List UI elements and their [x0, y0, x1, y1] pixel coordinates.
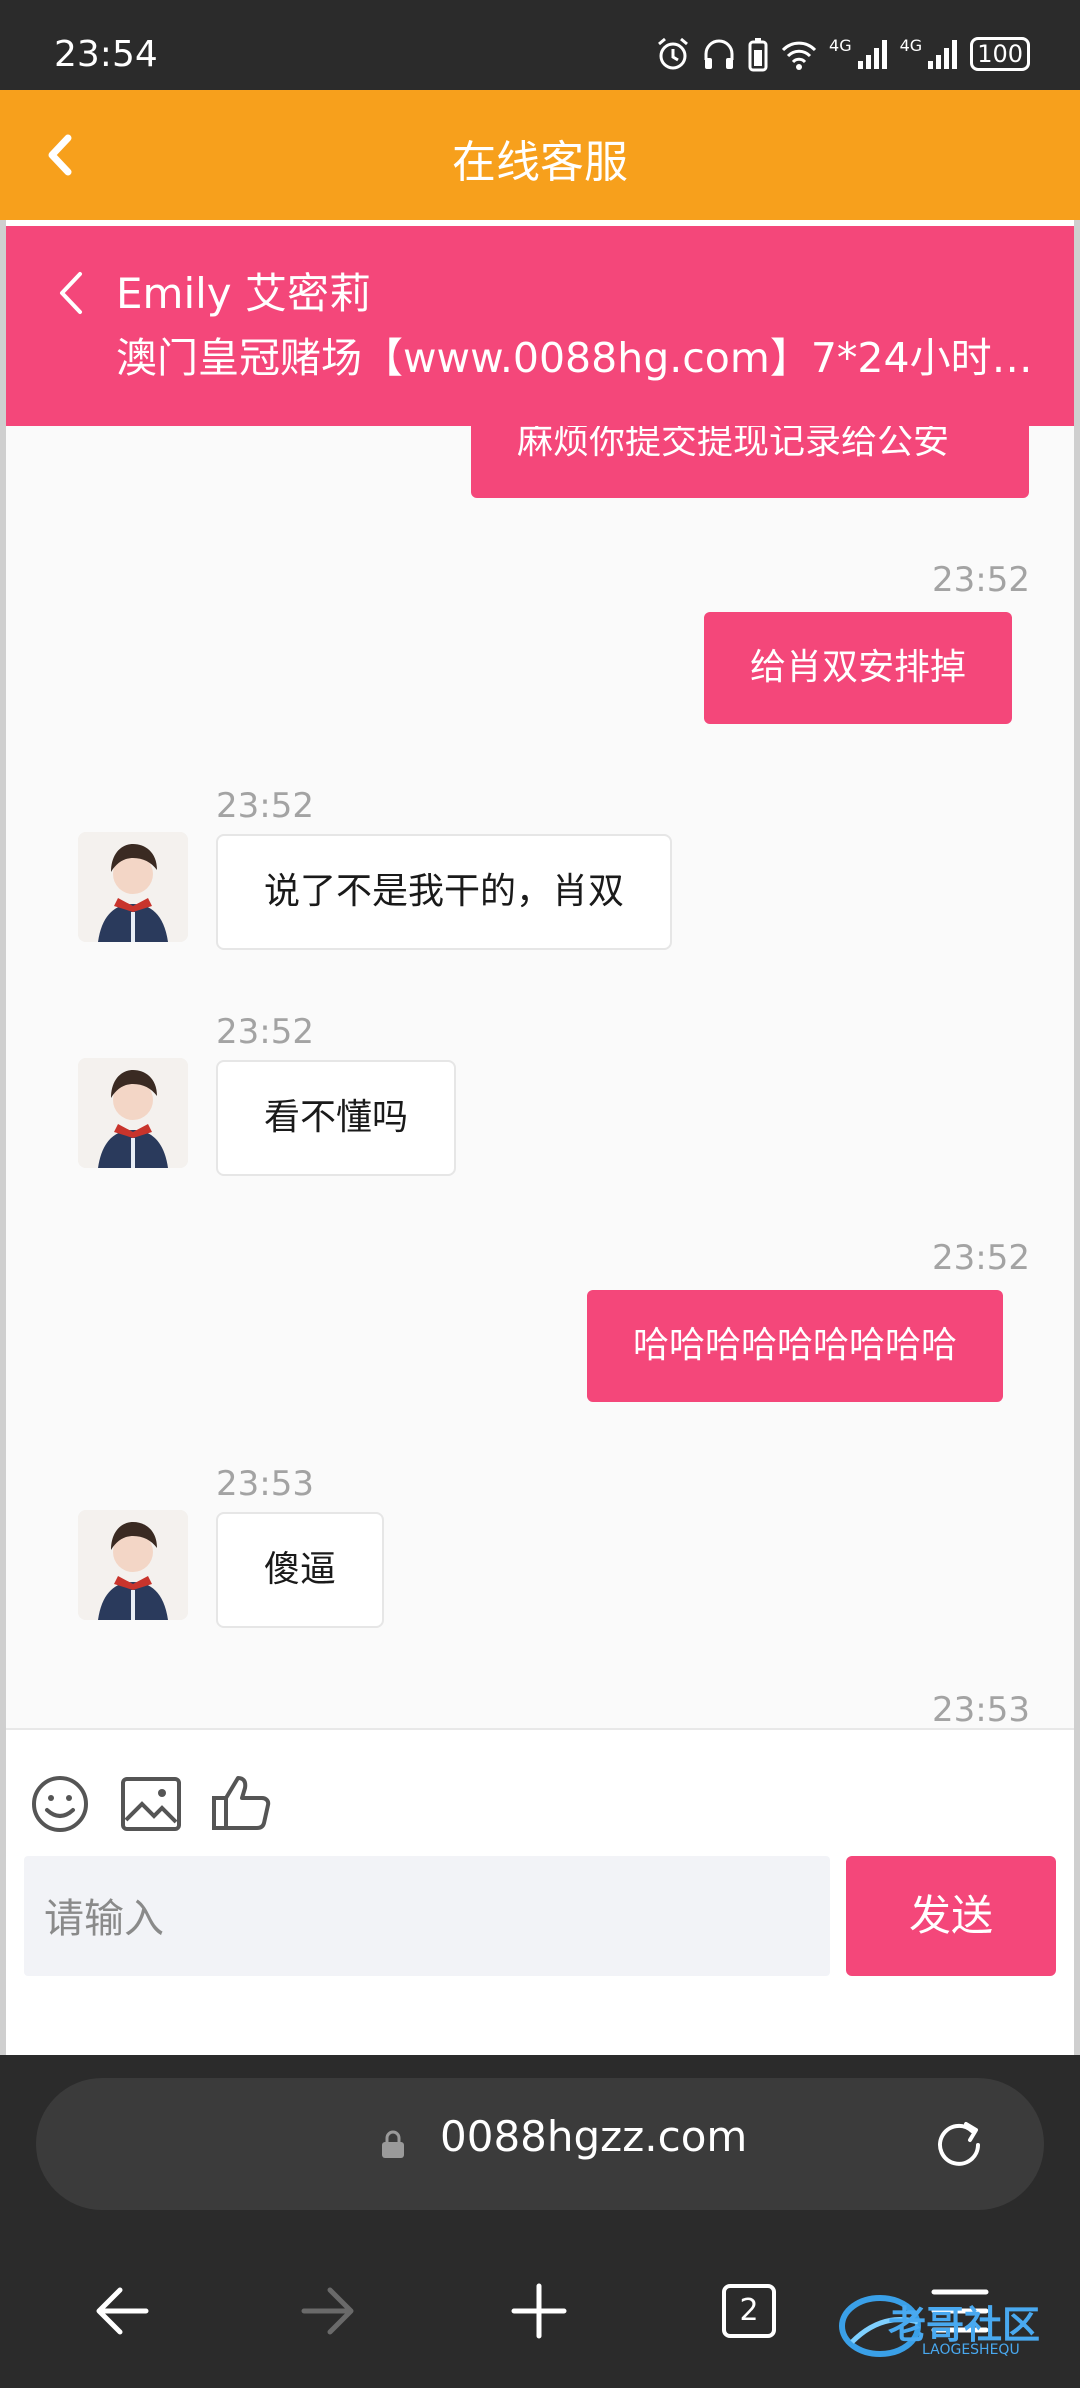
message-outgoing: 哈哈哈哈哈哈哈哈哈 [587, 1290, 1004, 1402]
battery-saver-icon [748, 38, 768, 72]
battery-level: 100 [970, 37, 1030, 71]
watermark-subtext: LAOGESHEQU [922, 2342, 1020, 2358]
back-arrow-icon[interactable] [94, 2284, 150, 2338]
forward-arrow-icon[interactable] [300, 2284, 356, 2338]
message-incoming: 傻逼 [216, 1512, 385, 1628]
address-url: 0088hgzz.com [440, 2112, 748, 2161]
agent-avatar[interactable] [78, 1058, 188, 1168]
contact-name: Emily 艾密莉 [116, 269, 371, 318]
agent-avatar[interactable] [78, 1510, 188, 1620]
app-header: 在线客服 [0, 90, 1080, 220]
emoji-icon[interactable] [30, 1774, 90, 1834]
message-timestamp: 23:53 [932, 1690, 1030, 1730]
message-timestamp: 23:52 [932, 560, 1030, 600]
new-tab-icon[interactable] [510, 2282, 568, 2340]
message-timestamp: 23:52 [216, 1012, 314, 1052]
alarm-icon [658, 37, 688, 70]
back-icon[interactable] [54, 266, 88, 320]
tab-count-button[interactable]: 2 [722, 2284, 776, 2338]
reload-icon[interactable] [930, 2116, 988, 2174]
agent-avatar[interactable] [78, 832, 188, 942]
watermark-text: 老哥社区 [888, 2303, 1041, 2347]
watermark-logo: 老哥社区 LAOGESHEQU [838, 2286, 1064, 2366]
signal-icon [857, 40, 887, 69]
wifi-icon [781, 41, 817, 70]
page-title: 在线客服 [452, 137, 628, 188]
status-icons: 4G 4G 100 [655, 36, 1030, 72]
contact-subtitle: 澳门皇冠赌场【www.0088hg.com】7*24小时… [116, 334, 1033, 382]
message-outgoing: 给肖双安排掉 [704, 612, 1013, 724]
status-time: 23:54 [54, 34, 158, 75]
lock-icon [382, 2130, 404, 2158]
message-input[interactable]: 请输入 [24, 1856, 830, 1976]
message-incoming: 说了不是我干的，肖双 [216, 834, 673, 950]
network-type-1: 4G [829, 36, 852, 55]
contact-header: Emily 艾密莉 澳门皇冠赌场【www.0088hg.com】7*24小时… [6, 226, 1074, 426]
headphones-icon [704, 39, 734, 69]
composer-divider [6, 1728, 1074, 1730]
network-type-2: 4G [899, 36, 923, 55]
message-timestamp: 23:53 [216, 1464, 314, 1504]
message-timestamp: 23:52 [216, 786, 314, 826]
image-icon[interactable] [120, 1776, 182, 1832]
status-bar: 23:54 4G 4G 100 [0, 0, 1080, 90]
send-button[interactable]: 发送 [846, 1856, 1056, 1976]
message-incoming: 看不懂吗 [216, 1060, 457, 1176]
message-timestamp: 23:52 [932, 1238, 1030, 1278]
signal-icon-2 [928, 40, 958, 69]
thumbs-up-icon[interactable] [210, 1772, 272, 1832]
